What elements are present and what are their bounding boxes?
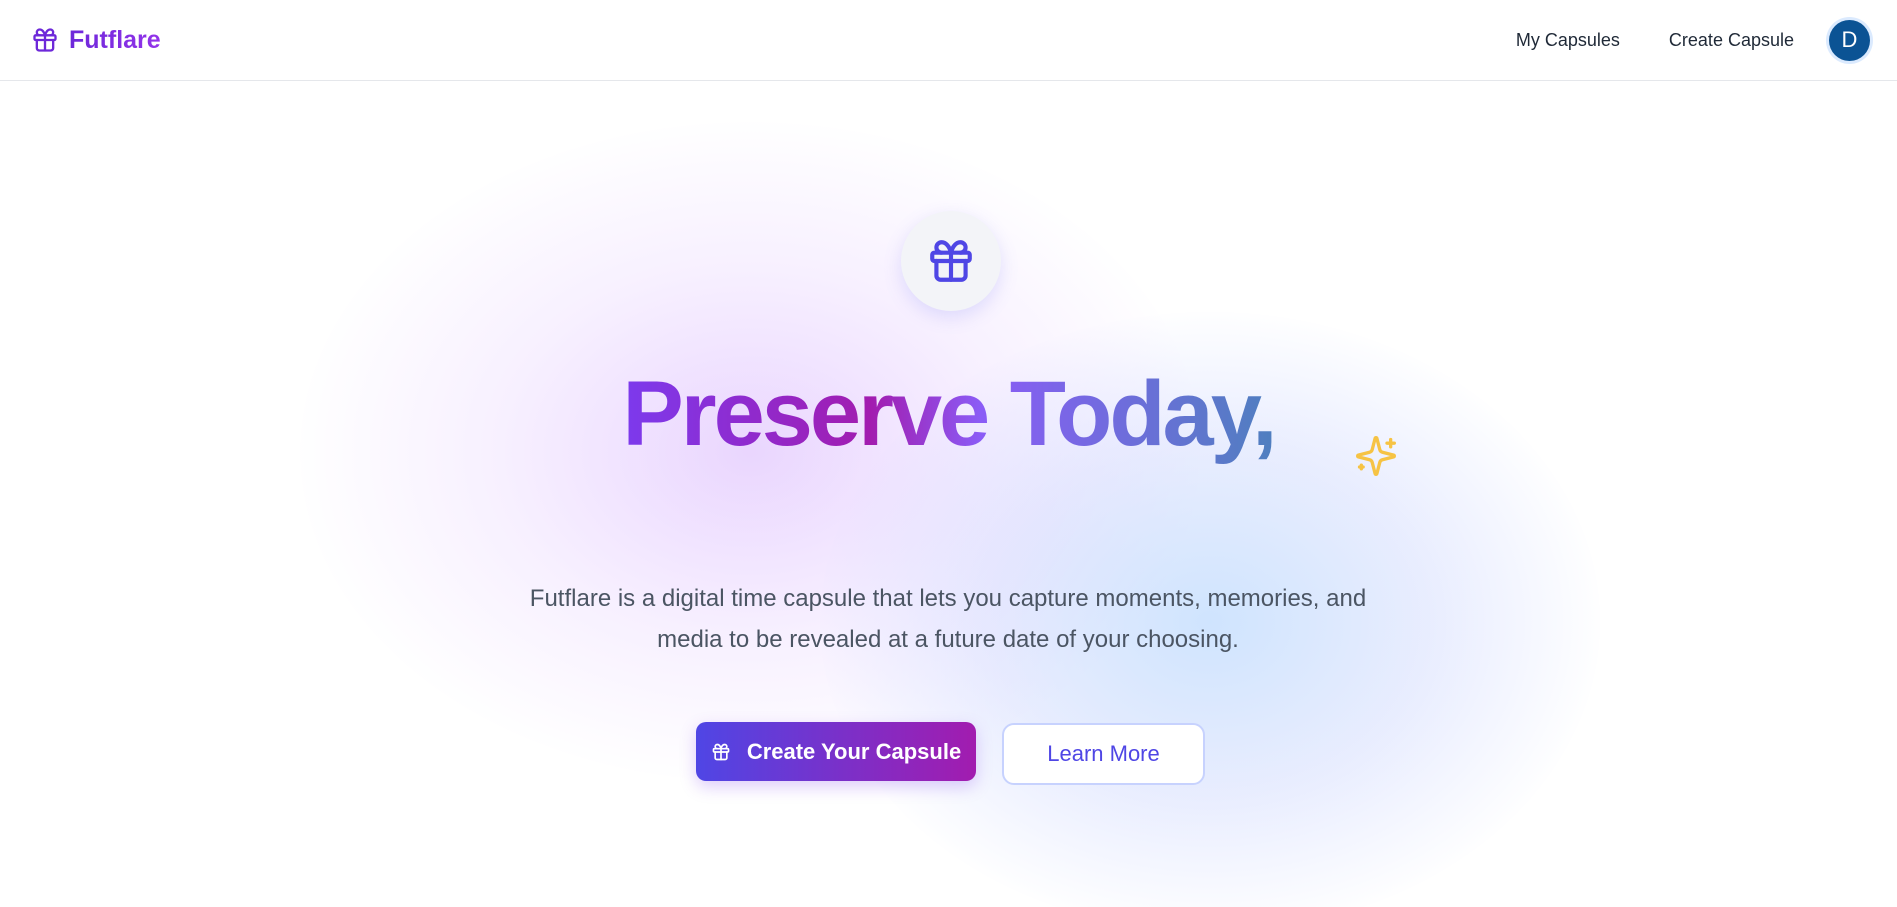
gift-icon <box>712 743 730 760</box>
hero-icon-badge <box>901 211 1001 311</box>
hero-title: Preserve Today, <box>0 362 1897 468</box>
nav-link-my-capsules[interactable]: My Capsules <box>1516 30 1620 51</box>
gift-icon <box>33 28 57 52</box>
user-avatar[interactable]: D <box>1829 19 1870 61</box>
create-your-capsule-button[interactable]: Create Your Capsule <box>696 722 976 781</box>
hero-description: Futflare is a digital time capsule that … <box>529 585 1367 653</box>
brand-name: Futflare <box>69 25 161 54</box>
learn-more-button[interactable]: Learn More <box>1002 723 1205 785</box>
hero-title-text: Preserve Today, <box>622 363 1277 465</box>
create-your-capsule-label: Create Your Capsule <box>746 738 962 764</box>
hero-section: Preserve Today, Futflare is a digital ti… <box>0 82 1897 907</box>
gift-icon <box>930 240 972 282</box>
nav-menu: My Capsules Create Capsule D <box>1516 19 1870 61</box>
top-navbar: Futflare My Capsules Create Capsule D <box>0 0 1897 81</box>
nav-link-create-capsule[interactable]: Create Capsule <box>1669 30 1794 51</box>
brand-logo[interactable]: Futflare <box>31 26 161 55</box>
sparkles-icon <box>1356 436 1396 476</box>
